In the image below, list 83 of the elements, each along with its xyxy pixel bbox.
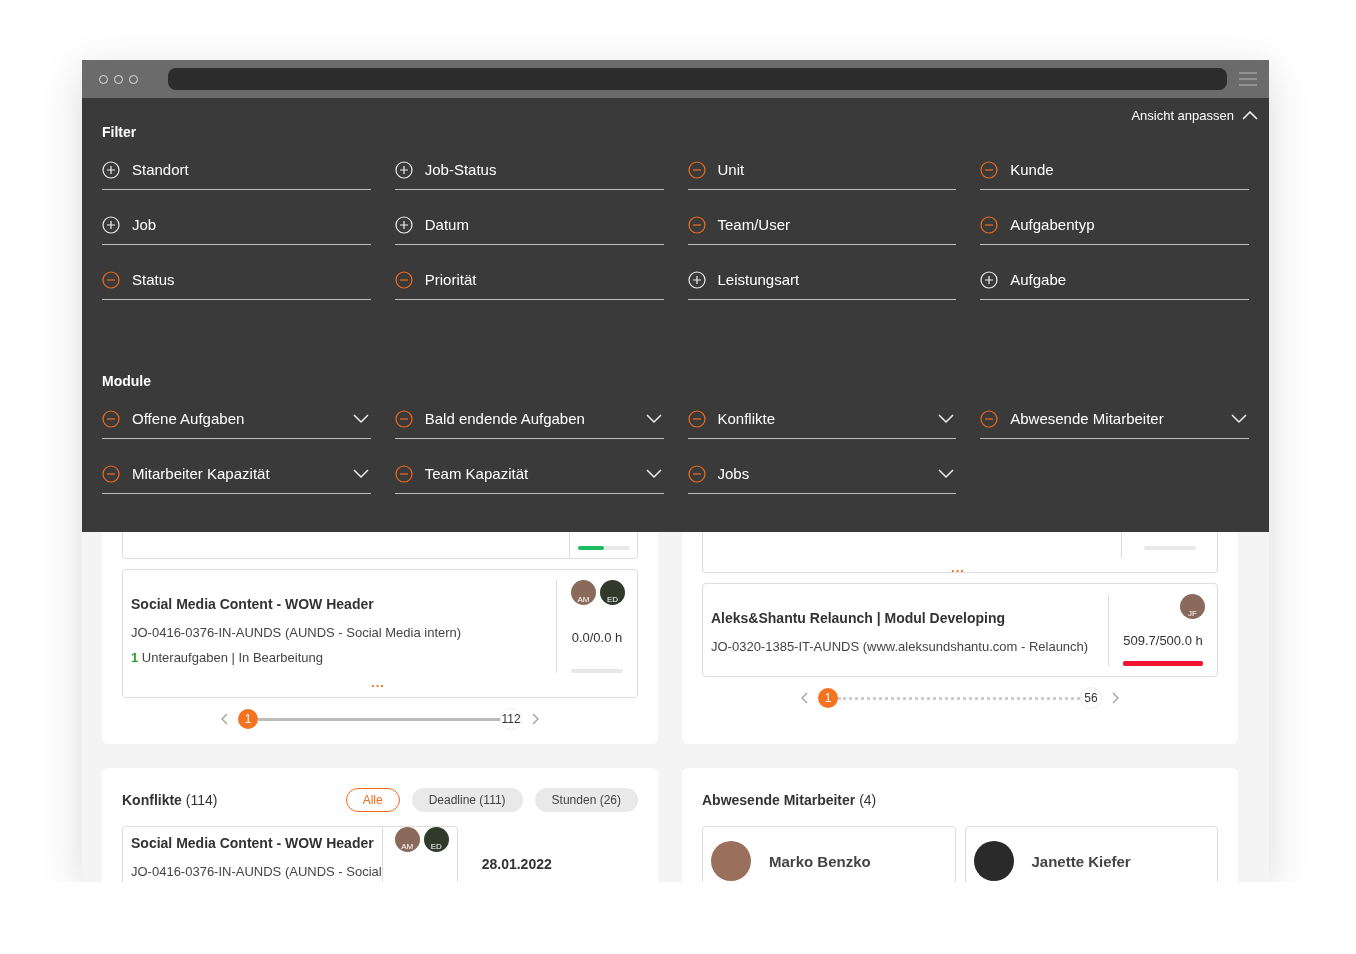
page-slider[interactable]: 1 56 <box>818 687 1102 709</box>
minus-icon <box>102 464 120 483</box>
job-reference: JO-0416-0376-IN-AUNDS (AUNDS - Social Media intern) <box>131 624 463 642</box>
filter-field[interactable]: Priorität <box>394 264 664 300</box>
task-title: Social Media Content - WOW Header <box>131 596 375 612</box>
plus-icon <box>102 215 120 234</box>
customize-view-toggle[interactable]: Ansicht anpassen <box>1131 108 1258 122</box>
chevron-left-icon[interactable] <box>800 692 808 704</box>
minus-icon <box>980 160 999 179</box>
module-dropdown[interactable]: Mitarbeiter Kapazität <box>102 458 371 494</box>
task-card[interactable]: Social Media Content - WOW Header JO-0416-0376-IN-AUNDS (AUNDS - Social Media intern) 1 Unteraufgaben | In Bearbeitung AM ED 0.0/0.0 h ... <box>122 569 638 698</box>
plus-icon <box>687 270 706 289</box>
chevron-down-icon <box>645 468 662 479</box>
module-dropdown[interactable]: Bald endende Aufgaben <box>394 403 664 439</box>
employee-card[interactable]: Marko Benzko <box>702 826 956 882</box>
module-dropdown[interactable]: Jobs <box>687 458 957 494</box>
avatar: ED <box>600 580 625 605</box>
plus-icon <box>980 270 999 289</box>
module-dropdown[interactable]: Abwesende Mitarbeiter <box>980 403 1249 439</box>
avatar: JF <box>1180 594 1205 619</box>
filter-field[interactable]: Datum <box>394 209 664 245</box>
job-reference: JO-0320-1385-IT-AUNDS (www.aleksundshantu.com - Relaunch) <box>711 638 1090 656</box>
chevron-right-icon[interactable] <box>1112 692 1120 704</box>
chevron-down-icon <box>1231 413 1247 424</box>
filter-field[interactable]: Job <box>102 209 371 245</box>
avatar: AM <box>394 827 420 852</box>
minus-icon <box>687 409 706 428</box>
hours-reading: 0.0/0.0 h <box>571 629 623 645</box>
conflict-date: 28.01.2022 <box>481 856 552 872</box>
filter-field[interactable]: Standort <box>102 154 371 190</box>
panel-title: Abwesende Mitarbeiter (4) <box>702 792 877 808</box>
module-dropdown[interactable]: Offene Aufgaben <box>102 403 371 439</box>
minus-icon <box>687 464 706 483</box>
chevron-down-icon <box>938 468 955 479</box>
employee-card[interactable]: Janette Kiefer <box>964 826 1218 882</box>
minus-icon <box>394 409 413 428</box>
chevron-down-icon <box>645 413 662 424</box>
minus-icon <box>394 270 413 289</box>
module-dropdown[interactable]: Konflikte <box>687 403 957 439</box>
minus-icon <box>980 215 999 234</box>
page-slider[interactable]: 1 112 <box>238 708 522 730</box>
minus-icon <box>687 160 706 179</box>
avatar: AM <box>571 580 596 605</box>
avatar: ED <box>423 827 449 852</box>
avatar <box>711 841 751 881</box>
job-reference: JO-0416-0376-IN-AUNDS (AUNDS - Social <box>131 863 382 881</box>
task-title: Social Media Content - WOW Header <box>131 835 375 851</box>
filter-chip[interactable]: Deadline (111) <box>411 788 523 812</box>
minus-icon <box>102 270 120 289</box>
minus-icon <box>394 464 413 483</box>
plus-icon <box>102 160 120 179</box>
avatar <box>973 841 1014 881</box>
filter-chip[interactable]: Stunden (26) <box>534 788 638 812</box>
chevron-left-icon[interactable] <box>220 713 228 725</box>
filter-field[interactable]: Kunde <box>980 154 1249 190</box>
filter-field[interactable]: Aufgabe <box>980 264 1249 300</box>
task-status: 1 Unteraufgaben | In Bearbeitung <box>131 650 325 665</box>
filter-field[interactable]: Job-Status <box>394 154 664 190</box>
employee-name: Janette Kiefer <box>1031 852 1131 870</box>
panel-title: Konflikte (114) <box>122 792 218 808</box>
menu-icon[interactable] <box>1239 72 1257 86</box>
section-title: Module <box>102 372 152 391</box>
minus-icon <box>687 215 706 234</box>
minus-icon <box>102 409 120 428</box>
filter-field[interactable]: Unit <box>687 154 957 190</box>
plus-icon <box>394 215 413 234</box>
task-card[interactable]: Aleks&Shantu Relaunch | Modul Developing JO-0320-1385-IT-AUNDS (www.aleksundshantu.com - Relaunch) JF 509.7/500.0 h <box>702 583 1218 677</box>
conflict-card[interactable]: Social Media Content - WOW Header JO-0416-0376-IN-AUNDS (AUNDS - Social AM ED <box>122 826 458 882</box>
filter-field[interactable]: Leistungsart <box>687 264 957 300</box>
minus-icon <box>980 409 999 428</box>
filter-field[interactable]: Aufgabentyp <box>980 209 1249 245</box>
plus-icon <box>394 160 413 179</box>
chevron-right-icon[interactable] <box>532 713 540 725</box>
chevron-down-icon <box>938 413 955 424</box>
filter-field[interactable]: Status <box>102 264 371 300</box>
hours-reading: 509.7/500.0 h <box>1123 632 1203 648</box>
filter-field[interactable]: Team/User <box>687 209 957 245</box>
task-title: Aleks&Shantu Relaunch | Modul Developing <box>711 610 1007 626</box>
module-dropdown[interactable]: Team Kapazität <box>394 458 664 494</box>
section-title: Filter <box>102 123 138 142</box>
chevron-down-icon <box>352 468 369 479</box>
employee-name: Marko Benzko <box>769 852 871 870</box>
chevron-down-icon <box>352 413 369 424</box>
